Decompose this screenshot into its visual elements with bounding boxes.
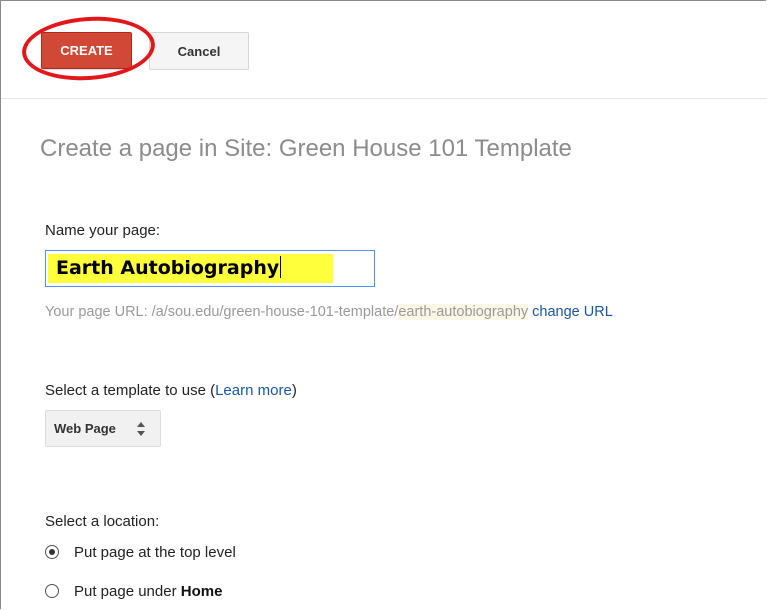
template-label-suffix: ) (291, 382, 297, 399)
cancel-button[interactable]: Cancel (149, 32, 249, 70)
template-selected-value: Web Page (54, 421, 116, 436)
page-url-slug: earth-autobiography (398, 304, 529, 320)
text-cursor (280, 256, 282, 278)
toolbar: CREATE Cancel (1, 1, 767, 99)
learn-more-link[interactable]: Learn more (215, 382, 292, 399)
page-url-prefix: Your page URL: /a/sou.edu/green-house-10… (45, 304, 399, 320)
template-label: Select a template to use (Learn more) (45, 382, 297, 399)
location-option-label: Put page at the top level (74, 543, 236, 561)
location-label: Select a location: (45, 513, 160, 530)
location-option-label: Put page under Home (74, 582, 223, 600)
page-title: Create a page in Site: Green House 101 T… (40, 135, 572, 162)
page-name-label: Name your page: (45, 222, 161, 239)
change-url-link[interactable]: change URL (532, 304, 613, 320)
location-option-under-home[interactable]: Put page under Home (45, 580, 222, 602)
location-option-top-level[interactable]: Put page at the top level (45, 541, 236, 563)
template-select[interactable]: Web Page (45, 410, 161, 447)
radio-unchecked-icon[interactable] (45, 584, 59, 598)
radio-checked-icon[interactable] (45, 545, 59, 559)
up-down-arrows-icon (137, 422, 145, 436)
page-name-value: Earth Autobiography (56, 256, 282, 279)
page-name-input[interactable]: Earth Autobiography (45, 250, 375, 287)
page-url-line: Your page URL: /a/sou.edu/green-house-10… (45, 304, 613, 320)
create-button[interactable]: CREATE (41, 32, 132, 69)
template-label-text: Select a template to use ( (45, 382, 216, 399)
